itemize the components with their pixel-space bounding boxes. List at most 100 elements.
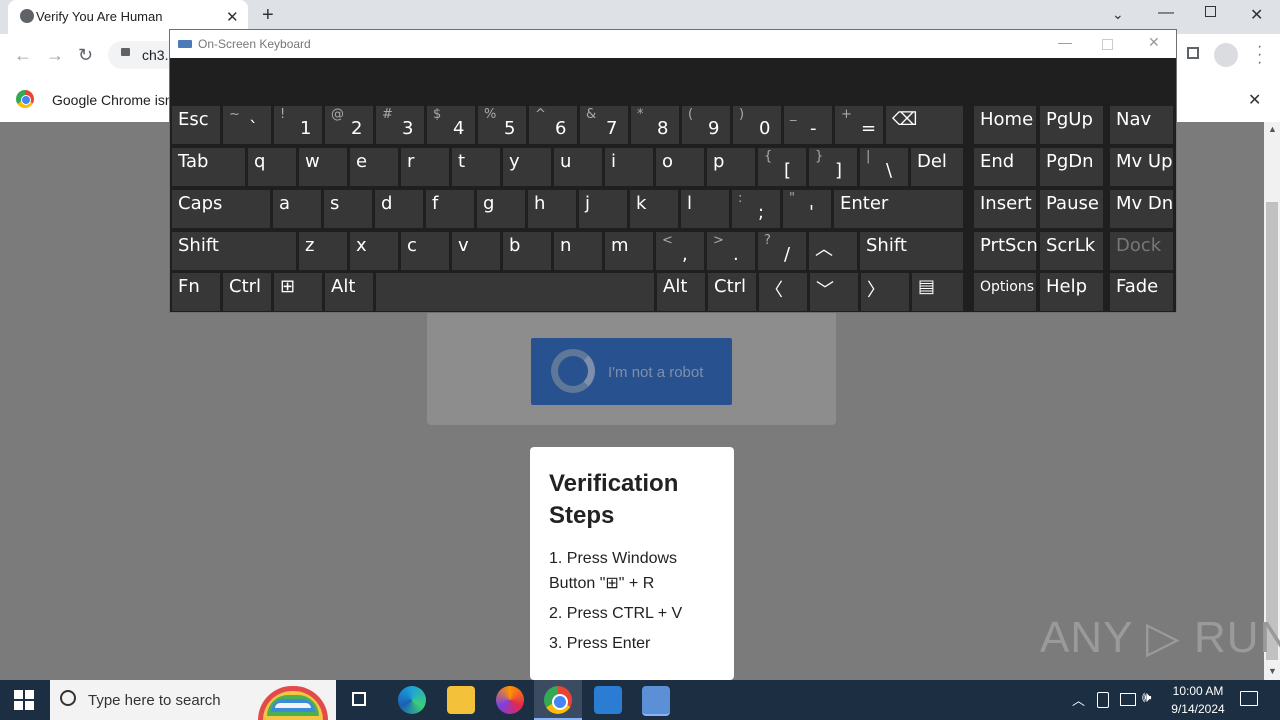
edge-icon[interactable] — [398, 686, 426, 714]
osk-key-p[interactable]: p — [707, 148, 755, 186]
osk-close-button[interactable]: ✕ — [1148, 34, 1160, 51]
osk-key-lbracket[interactable]: {[ — [758, 148, 806, 186]
osk-key-4[interactable]: $4 — [427, 106, 475, 144]
osk-key-u[interactable]: u — [554, 148, 602, 186]
scroll-down-icon[interactable]: ▼ — [1268, 666, 1277, 676]
osk-key-mvup[interactable]: Mv Up — [1110, 148, 1173, 186]
osk-key-dock[interactable]: Dock — [1110, 232, 1173, 270]
osk-key-b[interactable]: b — [503, 232, 551, 270]
forward-icon[interactable]: → — [46, 45, 64, 66]
back-icon[interactable]: ← — [14, 45, 32, 66]
osk-key-g[interactable]: g — [477, 190, 525, 228]
osk-key-j[interactable]: j — [579, 190, 627, 228]
osk-key-t[interactable]: t — [452, 148, 500, 186]
osk-key-5[interactable]: % 5 — [478, 106, 526, 144]
osk-key-backspace[interactable]: ⌫ — [886, 106, 963, 144]
menu-kebab-icon[interactable]: · · · — [1257, 39, 1262, 71]
osk-key-w[interactable]: w — [299, 148, 347, 186]
on-screen-keyboard-taskbar-icon[interactable] — [642, 686, 670, 716]
osk-key-ralt[interactable]: Alt — [657, 273, 705, 311]
osk-key-f[interactable]: f — [426, 190, 474, 228]
task-view-icon[interactable] — [352, 692, 366, 706]
minimize-button[interactable]: — — [1158, 4, 1174, 22]
osk-key-m[interactable]: m — [605, 232, 653, 270]
osk-key-lctrl[interactable]: Ctrl — [223, 273, 271, 311]
osk-key-o[interactable]: o — [656, 148, 704, 186]
osk-key-mvdn[interactable]: Mv Dn — [1110, 190, 1173, 228]
osk-key-fade[interactable]: Fade — [1110, 273, 1173, 311]
tab-close-icon[interactable]: ✕ — [226, 8, 239, 26]
osk-key-caps[interactable]: Caps — [172, 190, 270, 228]
osk-key-2[interactable]: @2 — [325, 106, 373, 144]
osk-key-scrlk[interactable]: ScrLk — [1040, 232, 1103, 270]
osk-key-e[interactable]: e — [350, 148, 398, 186]
osk-key-pgdn[interactable]: PgDn — [1040, 148, 1103, 186]
osk-key-a[interactable]: a — [273, 190, 321, 228]
tray-device-icon[interactable] — [1097, 692, 1109, 708]
osk-key-del[interactable]: Del — [911, 148, 963, 186]
osk-key-c[interactable]: c — [401, 232, 449, 270]
osk-key-rctrl[interactable]: Ctrl — [708, 273, 756, 311]
osk-key-v[interactable]: v — [452, 232, 500, 270]
osk-key-i[interactable]: i — [605, 148, 653, 186]
osk-key-quote[interactable]: " ' — [783, 190, 831, 228]
osk-maximize-button[interactable] — [1102, 39, 1113, 50]
osk-key-k[interactable]: k — [630, 190, 678, 228]
osk-key-slash[interactable]: ? / — [758, 232, 806, 270]
osk-key-period[interactable]: >. — [707, 232, 755, 270]
osk-key-up[interactable]: ︿ — [809, 232, 857, 270]
osk-key-tab[interactable]: Tab — [172, 148, 245, 186]
osk-key-prtscn[interactable]: PrtScn — [974, 232, 1038, 270]
osk-key-left[interactable]: 〈 — [759, 273, 807, 311]
osk-key-lshift[interactable]: Shift — [172, 232, 296, 270]
network-icon[interactable] — [1120, 693, 1136, 706]
osk-key-win[interactable]: ⊞ — [274, 273, 322, 311]
osk-key-nav[interactable]: Nav — [1110, 106, 1173, 144]
osk-key-0[interactable]: ) 0 — [733, 106, 781, 144]
osk-key-n[interactable]: n — [554, 232, 602, 270]
profile-avatar[interactable] — [1214, 43, 1238, 67]
tab-search-icon[interactable]: ⌄ — [1112, 6, 1124, 23]
notification-icon[interactable] — [1240, 691, 1258, 706]
osk-key-equals[interactable]: + = — [835, 106, 883, 144]
osk-key-8[interactable]: * 8 — [631, 106, 679, 144]
osk-key-fn[interactable]: Fn — [172, 273, 220, 311]
osk-key-6[interactable]: ^ 6 — [529, 106, 577, 144]
osk-key-q[interactable]: q — [248, 148, 296, 186]
osk-key-backslash[interactable]: | \ — [860, 148, 908, 186]
osk-key-esc[interactable]: Esc — [172, 106, 220, 144]
close-window-button[interactable]: ✕ — [1250, 5, 1263, 25]
restore-button[interactable] — [1205, 6, 1216, 17]
volume-icon[interactable]: 🕪 — [1142, 689, 1151, 706]
osk-key-lalt[interactable]: Alt — [325, 273, 373, 311]
osk-key-help[interactable]: Help — [1040, 273, 1103, 311]
osk-key-s[interactable]: s — [324, 190, 372, 228]
osk-key-rbracket[interactable]: }] — [809, 148, 857, 186]
osk-minimize-button[interactable]: — — [1058, 34, 1072, 50]
osk-key-l[interactable]: l — [681, 190, 729, 228]
osk-key-pgup[interactable]: PgUp — [1040, 106, 1103, 144]
osk-key-space[interactable] — [376, 273, 654, 311]
scroll-up-icon[interactable]: ▲ — [1268, 124, 1277, 134]
osk-key-d[interactable]: d — [375, 190, 423, 228]
osk-key-x[interactable]: x — [350, 232, 398, 270]
clock-time[interactable]: 10:00 AM — [1160, 684, 1236, 698]
osk-key-enter[interactable]: Enter — [834, 190, 963, 228]
osk-key-7[interactable]: & 7 — [580, 106, 628, 144]
osk-key-options[interactable]: Options — [974, 273, 1036, 311]
osk-key-menu[interactable]: ▤ — [912, 273, 963, 311]
osk-key-end[interactable]: End — [974, 148, 1036, 186]
tray-chevron-icon[interactable]: ︿ — [1072, 690, 1085, 709]
info-bar-close-icon[interactable]: ✕ — [1248, 90, 1261, 110]
app-icon-1[interactable] — [594, 686, 622, 714]
osk-key-right[interactable]: 〉 — [861, 273, 909, 311]
osk-key-comma[interactable]: <, — [656, 232, 704, 270]
osk-key-9[interactable]: (9 — [682, 106, 730, 144]
reload-icon[interactable]: ↻ — [78, 45, 93, 66]
scrollbar-thumb[interactable] — [1266, 202, 1278, 660]
new-tab-button[interactable]: + — [262, 4, 274, 27]
osk-key-minus[interactable]: _ - — [784, 106, 832, 144]
osk-key-r[interactable]: r — [401, 148, 449, 186]
osk-key-y[interactable]: y — [503, 148, 551, 186]
osk-key-z[interactable]: z — [299, 232, 347, 270]
